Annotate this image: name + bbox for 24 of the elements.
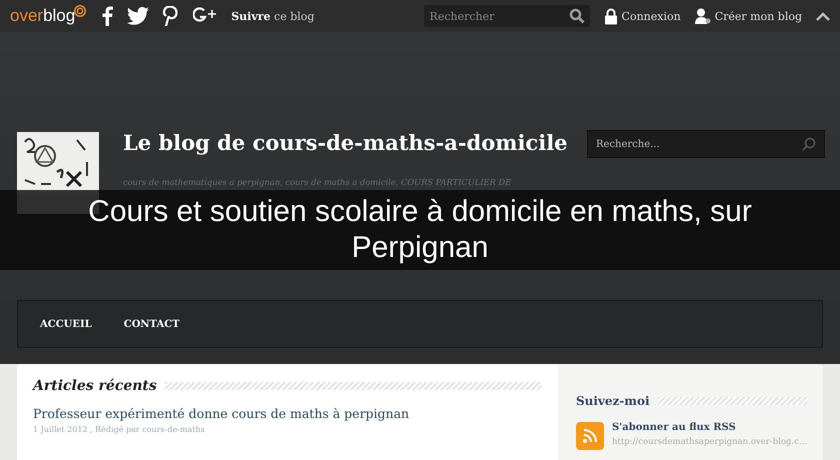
blog-title[interactable]: Le blog de cours-de-maths-a-domicile [123,130,578,155]
login-link[interactable]: Connexion [604,8,681,24]
facebook-icon[interactable] [101,6,114,26]
nav-link[interactable]: ACCUEIL [40,318,92,330]
lock-icon [604,8,618,24]
section-heading: Suivez-moi [576,394,650,408]
blog-description: cours de mathematiques a perpignan, cours de maths a domicile, COURS PARTICULIER DE [123,177,512,187]
blog-search-field[interactable]: Recherche... [587,130,825,158]
search-icon[interactable] [568,8,585,24]
search-field[interactable]: Rechercher [424,5,590,27]
banner-text: Cours et soutien scolaire à domicile en maths, sur Perpignan [87,194,753,266]
bird-icon[interactable] [127,7,150,25]
article-title[interactable]: Professeur expérimenté donne cours de maths à perpignan [33,406,542,421]
user-icon [694,8,711,24]
rss-link[interactable]: S'abonner au flux RSS [612,422,807,433]
follow-link[interactable]: Suivre ce blog [231,10,314,22]
section-heading: Articles récents [33,378,157,394]
article-meta: 1 Juillet 2012 , Rédigé par cours-de-maths [33,425,206,434]
overblog-logo[interactable]: overblog [10,5,88,27]
nav-link[interactable]: CONTACT [124,318,180,330]
create-blog-link[interactable]: Créer mon blog [694,8,802,24]
pin-icon[interactable] [163,6,180,26]
rss-url: http://coursdemathsaperpignan.over-blog.c... [612,437,807,447]
collapse-icon[interactable] [816,12,830,20]
